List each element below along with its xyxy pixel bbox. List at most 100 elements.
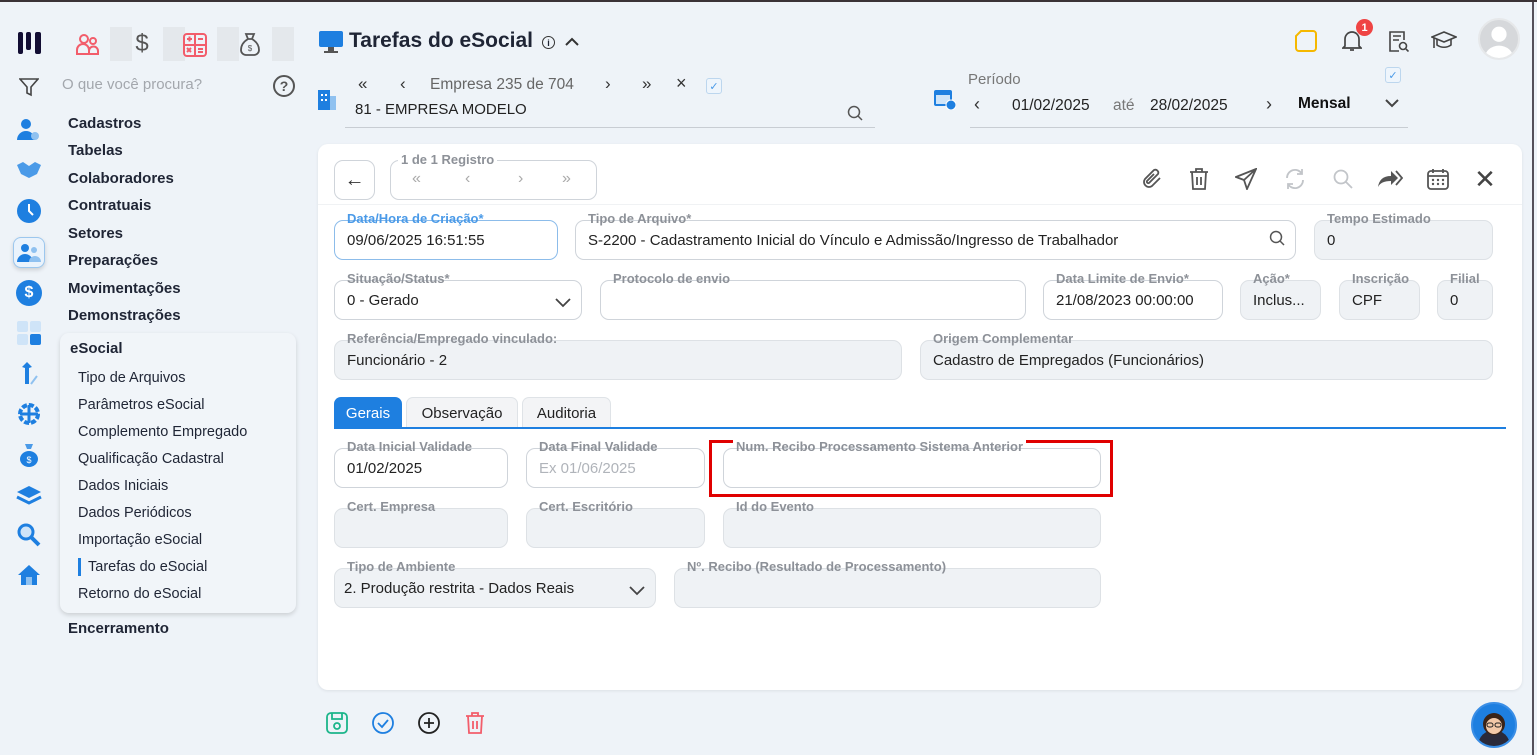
delete-icon[interactable] [463,711,487,735]
search-icon[interactable] [1330,166,1356,192]
company-input[interactable]: 81 - EMPRESA MODELO [355,101,527,118]
tab-observacao[interactable]: Observação [406,397,518,428]
next-company-button[interactable]: › [605,74,611,94]
chevron-down-icon [555,295,571,313]
send-protocol-field[interactable]: Protocolo de envio [600,271,1026,320]
validity-start-field[interactable]: Data Inicial Validade 01/02/2025 [334,439,508,488]
user-avatar[interactable] [1478,18,1520,60]
calculator-icon[interactable] [17,321,41,345]
chevron-down-icon[interactable] [1383,96,1401,110]
money-bag-icon[interactable]: $ [17,442,41,468]
trash-icon[interactable] [1186,166,1212,192]
calendar-clock-icon [933,87,957,111]
search-icon[interactable] [16,522,42,548]
menu-encerramento[interactable]: Encerramento [68,620,169,637]
dollar-module-icon[interactable]: $ [128,30,156,58]
calendar-icon[interactable] [1425,166,1451,192]
next-record-button[interactable]: › [518,170,523,188]
tab-gerais[interactable]: Gerais [334,397,402,428]
menu-preparacoes[interactable]: Preparações [68,252,158,269]
menu-cadastros[interactable]: Cadastros [68,115,141,132]
close-icon[interactable]: ✕ [1472,164,1498,194]
field-value: 01/02/2025 [347,460,423,477]
period-checkbox[interactable]: ✓ [1385,67,1401,83]
submenu-item[interactable]: Qualificação Cadastral [78,451,224,467]
file-type-field[interactable]: Tipo de Arquivo* S-2200 - Cadastramento I… [575,211,1296,260]
prev-period-button[interactable]: ‹ [974,94,980,115]
last-record-button[interactable]: » [562,170,571,188]
notification-badge: 1 [1356,19,1373,36]
creation-datetime-field[interactable]: Data/Hora de Criação* 09/06/2025 16:51:55 [334,211,558,260]
first-record-button[interactable]: « [412,170,421,188]
graduation-cap-icon[interactable] [1430,29,1458,53]
document-search-icon[interactable] [1387,29,1411,53]
user-settings-icon[interactable] [17,118,41,142]
search-icon[interactable] [1269,230,1285,251]
prev-company-button[interactable]: ‹ [400,74,406,94]
first-company-button[interactable]: « [358,74,367,94]
submenu-item[interactable]: Tipo de Arquivos [78,370,185,386]
submenu-item-active[interactable]: Tarefas do eSocial [88,559,207,575]
monitor-icon [318,30,344,54]
field-value: 0 [1450,292,1459,309]
layers-icon[interactable] [16,483,42,507]
attach-icon[interactable] [1139,166,1165,192]
prev-record-button[interactable]: ‹ [465,170,470,188]
complementary-origin-field: Origem Complementar Cadastro de Empregado… [920,331,1493,380]
people-module-icon[interactable] [74,30,102,58]
period-label: Período [968,71,1021,88]
submenu-item[interactable]: Dados Iniciais [78,478,168,494]
help-icon[interactable]: ? [273,75,295,97]
handshake-icon[interactable] [16,158,42,182]
next-period-button[interactable]: › [1266,94,1272,115]
info-icon[interactable]: i [542,36,555,49]
tab-auditoria[interactable]: Auditoria [522,397,611,428]
date-from-input[interactable]: 01/02/2025 [1012,97,1090,115]
menu-demonstracoes[interactable]: Demonstrações [68,307,181,324]
environment-type-select[interactable]: Tipo de Ambiente 2. Produção restrita - D… [334,559,656,608]
add-icon[interactable] [417,711,441,735]
back-button[interactable]: ← [334,160,375,200]
sticky-note-icon[interactable] [1294,29,1318,53]
send-deadline-field[interactable]: Data Limite de Envio* 21/08/2023 00:00:00 [1043,271,1223,320]
dollar-icon[interactable]: $ [16,280,42,306]
tool-icon[interactable] [17,362,41,386]
last-company-button[interactable]: » [642,74,651,94]
calculator-module-icon[interactable] [182,32,208,58]
clock-icon[interactable] [16,198,42,224]
sidebar-search-input[interactable]: O que você procura? [62,76,202,93]
submenu-item[interactable]: Dados Periódicos [78,505,192,521]
forward-icon[interactable] [1377,166,1403,192]
menu-tabelas[interactable]: Tabelas [68,142,123,159]
company-checkbox[interactable]: ✓ [706,78,722,94]
people-icon[interactable] [13,237,45,268]
chevron-up-icon[interactable] [563,32,581,50]
validity-end-field[interactable]: Data Final Validade Ex 01/06/2025 [526,439,705,488]
money-bag-module-icon[interactable]: $ [236,30,264,58]
clear-company-button[interactable]: × [676,73,687,94]
status-select[interactable]: Situação/Status* 0 - Gerado [334,271,582,320]
submenu-title[interactable]: eSocial [70,340,123,357]
send-icon[interactable] [1233,166,1259,192]
home-icon[interactable] [16,563,42,587]
save-icon[interactable] [325,711,349,735]
field-label: Situação/Status* [344,271,453,287]
refresh-icon[interactable] [1282,166,1308,192]
divider [272,27,294,61]
previous-receipt-number-field[interactable]: Num. Recibo Processamento Sistema Anteri… [723,439,1101,488]
gear-icon[interactable] [16,401,42,427]
menu-movimentacoes[interactable]: Movimentações [68,280,181,297]
filter-icon[interactable] [18,76,40,98]
menu-setores[interactable]: Setores [68,225,123,242]
date-to-input[interactable]: 28/02/2025 [1150,97,1228,115]
menu-colaboradores[interactable]: Colaboradores [68,170,174,187]
submenu-item[interactable]: Parâmetros eSocial [78,397,205,413]
submenu-item[interactable]: Retorno do eSocial [78,586,201,602]
submenu-item[interactable]: Importação eSocial [78,532,202,548]
periodicity-select[interactable]: Mensal [1298,95,1351,113]
company-search-icon[interactable] [846,104,864,122]
menu-contratuais[interactable]: Contratuais [68,197,151,214]
confirm-icon[interactable] [371,711,395,735]
assistant-avatar[interactable] [1471,702,1517,748]
submenu-item[interactable]: Complemento Empregado [78,424,247,440]
